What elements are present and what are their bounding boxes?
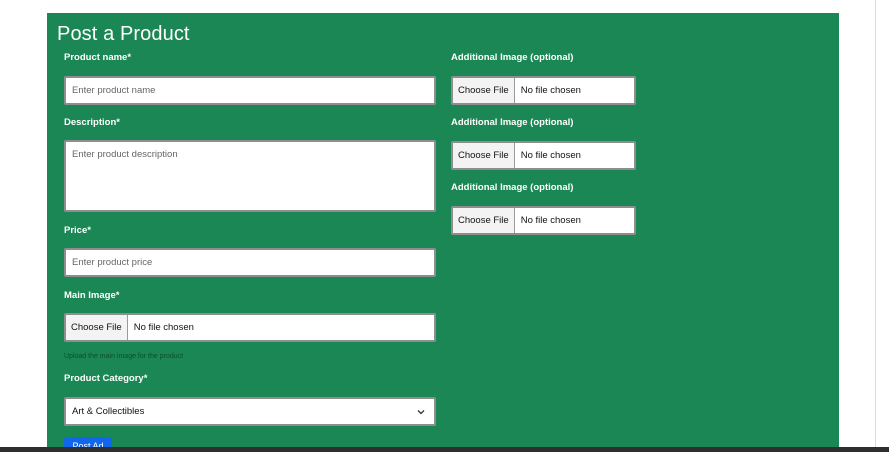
page-edge-divider (875, 0, 876, 447)
additional-image-3-choose-file-button[interactable]: Choose File (453, 208, 515, 233)
chevron-down-icon (417, 410, 425, 415)
post-product-form: Post a Product Product name* Enter produ… (47, 13, 839, 447)
main-image-help-text: Upload the main image for the product (64, 353, 184, 360)
description-label: Description* (64, 117, 120, 128)
additional-image-3-file-input[interactable]: Choose File No file chosen (451, 206, 636, 235)
additional-image-2-choose-file-button[interactable]: Choose File (453, 143, 515, 168)
additional-image-3-file-status: No file chosen (520, 215, 581, 226)
page-title: Post a Product (57, 23, 190, 45)
additional-image-2-label: Additional Image (optional) (451, 117, 574, 128)
main-image-label: Main Image* (64, 290, 120, 301)
post-ad-button[interactable]: Post Ad (64, 437, 112, 447)
post-product-page: Post a Product Product name* Enter produ… (0, 0, 889, 452)
main-image-file-input[interactable]: Choose File No file chosen (64, 313, 436, 342)
product-name-input[interactable]: Enter product name (64, 76, 436, 105)
additional-image-2-file-input[interactable]: Choose File No file chosen (451, 141, 636, 170)
additional-image-1-label: Additional Image (optional) (451, 52, 574, 63)
product-category-selected-value: Art & Collectibles (72, 406, 145, 417)
additional-image-1-file-input[interactable]: Choose File No file chosen (451, 76, 636, 105)
price-input[interactable]: Enter product price (64, 248, 436, 277)
additional-image-3-label: Additional Image (optional) (451, 182, 574, 193)
price-label: Price* (64, 225, 91, 236)
additional-image-1-choose-file-button[interactable]: Choose File (453, 78, 515, 103)
main-image-choose-file-button[interactable]: Choose File (66, 315, 128, 340)
product-category-select[interactable]: Art & Collectibles (64, 397, 436, 426)
description-textarea[interactable]: Enter product description (64, 140, 436, 212)
additional-image-2-file-status: No file chosen (520, 150, 581, 161)
product-name-label: Product name* (64, 52, 132, 63)
product-category-label: Product Category* (64, 373, 148, 384)
additional-image-1-file-status: No file chosen (520, 85, 581, 96)
main-image-file-status: No file chosen (133, 322, 194, 333)
bottom-scroll-bar (0, 447, 889, 452)
